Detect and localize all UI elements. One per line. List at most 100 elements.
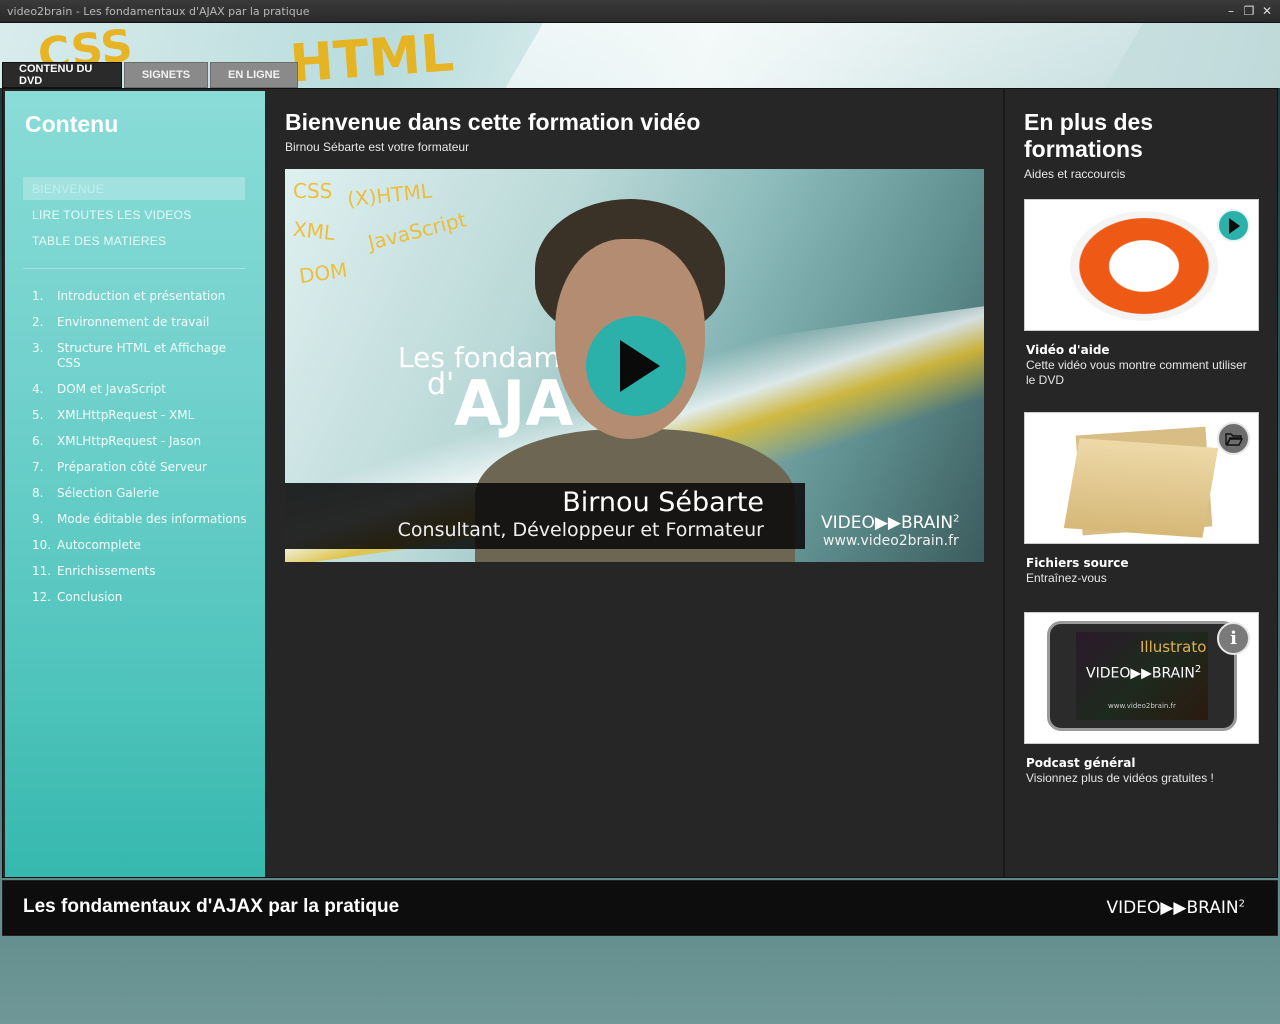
screen-logo-sup: 2 [1194, 664, 1202, 675]
chapter-item[interactable]: 1. Introduction et présentation [32, 289, 247, 304]
help-video-thumbnail[interactable] [1024, 199, 1259, 331]
chapter-number: 12. [32, 590, 52, 604]
chapter-title: DOM et JavaScript [57, 382, 166, 396]
footer-logo: VIDEO▶▶BRAIN2 [1106, 898, 1245, 918]
source-files-desc: Entraînez-vous [1026, 571, 1107, 585]
podcast-card[interactable]: Illustrato VIDEO▶▶BRAIN2 www.video2brain… [1024, 612, 1259, 786]
minimize-icon[interactable]: – [1224, 4, 1238, 18]
info-icon[interactable]: i [1217, 622, 1250, 655]
video-keyword: (X)HTML [345, 178, 433, 212]
sidebar-link-table-des-matieres[interactable]: TABLE DES MATIERES [23, 229, 245, 252]
course-title: Les fondamentaux d'AJAX par la pratique [23, 896, 400, 917]
sidebar-links: BIENVENUE LIRE TOUTES LES VIDEOS TABLE D… [23, 177, 245, 255]
chapter-title: Conclusion [57, 590, 123, 604]
help-video-card[interactable]: Vidéo d'aide Cette vidéo vous montre com… [1024, 199, 1259, 388]
podcast-thumbnail[interactable]: Illustrato VIDEO▶▶BRAIN2 www.video2brain… [1024, 612, 1259, 744]
chapter-number: 2. [32, 315, 44, 329]
podcast-desc: Visionnez plus de vidéos gratuites ! [1026, 771, 1214, 785]
presenter-role: Consultant, Développeur et Formateur [397, 519, 764, 541]
chapter-number: 11. [32, 564, 52, 578]
chapter-title: Sélection Galerie [57, 486, 160, 500]
chapter-title: Environnement de travail [57, 315, 210, 329]
chapter-item[interactable]: 5. XMLHttpRequest - XML [32, 408, 247, 423]
chapter-item[interactable]: 7. Préparation côté Serveur [32, 460, 247, 475]
tab-bar: CONTENU DU DVD SIGNETS EN LIGNE [2, 62, 298, 88]
chapter-item[interactable]: 6. XMLHttpRequest - Jason [32, 434, 247, 449]
sidebar-title: Contenu [25, 111, 119, 137]
restore-icon[interactable]: ❐ [1242, 4, 1256, 18]
play-icon-glyph [1228, 217, 1240, 234]
chapter-item[interactable]: 3. Structure HTML et Affichage CSS [32, 341, 247, 371]
tab-contenu-du-dvd[interactable]: CONTENU DU DVD [2, 62, 122, 88]
sidebar: Contenu BIENVENUE LIRE TOUTES LES VIDEOS… [5, 91, 265, 877]
lifebuoy-image [1063, 206, 1225, 326]
play-button[interactable] [586, 316, 686, 416]
chapter-item[interactable]: 4. DOM et JavaScript [32, 382, 247, 397]
chapter-number: 9. [32, 512, 44, 526]
chapter-item[interactable]: 10. Autocomplete [32, 538, 247, 553]
chapter-number: 6. [32, 434, 44, 448]
folder-front [1063, 438, 1219, 538]
chapter-item[interactable]: 12. Conclusion [32, 590, 247, 605]
chapter-item[interactable]: 9. Mode éditable des informations [32, 512, 247, 527]
close-icon[interactable]: ✕ [1260, 4, 1274, 18]
video2brain-logo-sup: 2 [953, 513, 960, 525]
video-keyword: DOM [297, 257, 349, 289]
chapter-number: 8. [32, 486, 44, 500]
help-video-desc: Cette vidéo vous montre comment utiliser… [1026, 358, 1247, 387]
video2brain-logo-text: VIDEO▶▶BRAIN [821, 513, 954, 533]
welcome-section: Bienvenue dans cette formation vidéo Bir… [285, 109, 985, 562]
source-files-card[interactable]: Fichiers source Entraînez-vous [1024, 412, 1259, 586]
folder-open-icon[interactable] [1217, 422, 1250, 455]
banner-streak [485, 23, 1155, 88]
chapter-item[interactable]: 11. Enrichissements [32, 564, 247, 579]
sidebar-link-bienvenue[interactable]: BIENVENUE [23, 177, 245, 200]
video-keyword: CSS [293, 179, 333, 203]
screen-text-logo: VIDEO▶▶BRAIN2 [1086, 664, 1201, 682]
media-player-screen: Illustrato VIDEO▶▶BRAIN2 www.video2brain… [1076, 632, 1208, 720]
video2brain-url: www.video2brain.fr [823, 533, 959, 549]
chapter-title: Préparation côté Serveur [57, 460, 207, 474]
main-panel: Contenu BIENVENUE LIRE TOUTES LES VIDEOS… [2, 88, 1278, 878]
folder-image [1063, 423, 1219, 538]
tab-en-ligne[interactable]: EN LIGNE [210, 62, 298, 88]
video-course-title-prefix: d' [427, 367, 455, 402]
footer-bar: Les fondamentaux d'AJAX par la pratique … [2, 880, 1278, 936]
video2brain-logo: VIDEO▶▶BRAIN2 [821, 513, 960, 533]
window-title: video2brain - Les fondamentaux d'AJAX pa… [7, 4, 310, 18]
chapter-title: Structure HTML et Affichage CSS [57, 341, 227, 370]
video-keyword: XML [291, 216, 337, 246]
right-panel-divider [1003, 89, 1005, 877]
tab-signets[interactable]: SIGNETS [124, 62, 208, 88]
folder-open-glyph [1224, 432, 1243, 446]
chapter-number: 4. [32, 382, 44, 396]
video-player[interactable]: CSS (X)HTML XML JavaScript DOM Les fonda… [285, 169, 984, 562]
footer-logo-sup: 2 [1238, 898, 1245, 910]
screen-text-illustrator: Illustrato [1140, 638, 1207, 656]
chapter-title: XMLHttpRequest - XML [57, 408, 195, 422]
chapter-number: 5. [32, 408, 44, 422]
footer-logo-text: VIDEO▶▶BRAIN [1106, 898, 1239, 918]
chapter-number: 1. [32, 289, 44, 303]
chapter-number: 3. [32, 341, 44, 355]
chapter-item[interactable]: 8. Sélection Galerie [32, 486, 247, 501]
chapter-list: 1. Introduction et présentation 2. Environ… [32, 289, 247, 616]
video-keyword: JavaScript [365, 207, 469, 255]
play-icon[interactable] [1217, 209, 1250, 242]
screen-logo-text: VIDEO▶▶BRAIN [1086, 665, 1195, 682]
media-player-image: Illustrato VIDEO▶▶BRAIN2 www.video2brain… [1047, 621, 1237, 731]
window-controls: – ❐ ✕ [1224, 4, 1274, 18]
page-title: Bienvenue dans cette formation vidéo [285, 109, 701, 135]
chapter-title: Autocomplete [57, 538, 141, 552]
sidebar-link-lire-toutes-les-videos[interactable]: LIRE TOUTES LES VIDEOS [23, 203, 245, 226]
chapter-number: 10. [32, 538, 52, 552]
source-files-title: Fichiers source [1026, 556, 1129, 570]
chapter-item[interactable]: 2. Environnement de travail [32, 315, 247, 330]
chapter-title: Enrichissements [57, 564, 156, 578]
presenter-name: Birnou Sébarte [562, 487, 764, 518]
page-subtitle: Birnou Sébarte est votre formateur [285, 140, 470, 154]
banner-word-html: HTML [288, 23, 456, 88]
source-files-thumbnail[interactable] [1024, 412, 1259, 544]
chapter-title: Mode éditable des informations [57, 512, 247, 526]
chapter-title: Introduction et présentation [57, 289, 226, 303]
